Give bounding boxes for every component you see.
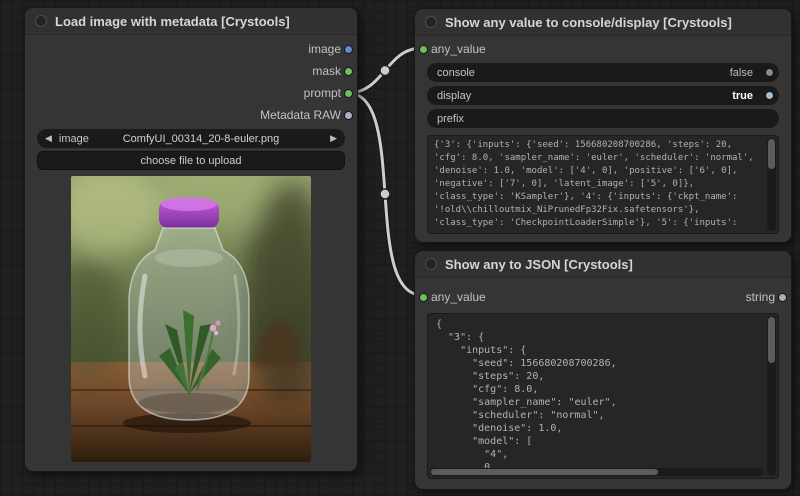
node-title: Show any to JSON [Crystools] [445, 257, 633, 272]
node-title: Load image with metadata [Crystools] [55, 14, 290, 29]
widget-value: true [732, 90, 753, 102]
output-slot-mask: mask [25, 60, 357, 82]
slot-label: string [746, 290, 775, 304]
vertical-scrollbar[interactable] [767, 138, 776, 231]
horizontal-scrollbar[interactable] [430, 468, 764, 476]
comfyui-canvas[interactable]: Load image with metadata [Crystools] ima… [0, 0, 800, 496]
wire-prompt-to-show-value [348, 48, 422, 93]
io-slots: any_value string [415, 287, 791, 307]
output-dot-mask[interactable] [344, 67, 353, 76]
output-dot-image[interactable] [344, 45, 353, 54]
node-title: Show any value to console/display [Cryst… [445, 15, 732, 30]
combo-prev-icon[interactable]: ◀ [45, 133, 52, 144]
wire-midpoint-dot [380, 189, 390, 199]
output-dot-string[interactable] [778, 293, 787, 302]
widget-label: prefix [437, 113, 464, 125]
node-show-any-to-json[interactable]: Show any to JSON [Crystools] any_value s… [414, 250, 792, 490]
slot-label: any_value [431, 42, 486, 56]
output-slot-image: image [25, 38, 357, 60]
toggle-on-dot[interactable] [765, 91, 774, 100]
wire-midpoint-dot [380, 66, 390, 76]
toggle-off-dot[interactable] [765, 68, 774, 77]
input-dot-any-value[interactable] [419, 293, 428, 302]
console-output-textarea[interactable]: {'3': {'inputs': {'seed': 15668020870028… [427, 135, 779, 234]
collapse-dot[interactable] [425, 16, 437, 28]
input-dot-any-value[interactable] [419, 45, 428, 54]
output-slots: image mask prompt Metadata RAW [25, 38, 357, 126]
prefix-input[interactable]: prefix [427, 109, 779, 128]
node-header[interactable]: Load image with metadata [Crystools] [25, 8, 357, 35]
image-preview [71, 176, 311, 462]
widget-value: false [730, 67, 753, 79]
collapse-dot[interactable] [35, 15, 47, 27]
scrollbar-thumb[interactable] [431, 469, 658, 475]
output-slot-prompt: prompt [25, 82, 357, 104]
json-output-text: { "3": { "inputs": { "seed": 15668020870… [428, 314, 778, 479]
console-toggle[interactable]: console false [427, 63, 779, 82]
vertical-scrollbar[interactable] [767, 316, 776, 476]
scrollbar-thumb[interactable] [768, 317, 775, 363]
json-output-textarea[interactable]: { "3": { "inputs": { "seed": 15668020870… [427, 313, 779, 479]
input-slot-any-value: any_value [415, 39, 791, 59]
output-slot-metadata-raw: Metadata RAW [25, 104, 357, 126]
combo-value: ComfyUI_00314_20-8-euler.png [77, 133, 325, 145]
node-header[interactable]: Show any to JSON [Crystools] [415, 251, 791, 278]
image-filename-combo[interactable]: ◀ image ComfyUI_00314_20-8-euler.png ▶ [37, 129, 345, 148]
widget-label: console [437, 67, 475, 79]
console-output-text: {'3': {'inputs': {'seed': 15668020870028… [428, 136, 778, 233]
slot-label: any_value [431, 290, 486, 304]
wire-prompt-to-show-json [348, 93, 422, 295]
choose-file-button[interactable]: choose file to upload [37, 151, 345, 170]
slot-label: prompt [304, 86, 341, 100]
output-dot-prompt[interactable] [344, 89, 353, 98]
node-load-image-with-metadata[interactable]: Load image with metadata [Crystools] ima… [24, 7, 358, 472]
display-toggle[interactable]: display true [427, 86, 779, 105]
output-dot-metadata-raw[interactable] [344, 111, 353, 120]
node-show-any-value[interactable]: Show any value to console/display [Cryst… [414, 8, 792, 243]
collapse-dot[interactable] [425, 258, 437, 270]
node-header[interactable]: Show any value to console/display [Cryst… [415, 9, 791, 36]
scrollbar-thumb[interactable] [768, 139, 775, 169]
wire-shadow [348, 93, 422, 295]
wire-shadow [348, 48, 422, 93]
slot-label: image [308, 42, 341, 56]
slot-label: mask [312, 64, 341, 78]
combo-next-icon[interactable]: ▶ [330, 133, 337, 144]
slot-label: Metadata RAW [260, 108, 341, 122]
jar-photo [71, 176, 311, 462]
widget-label: display [437, 90, 471, 102]
